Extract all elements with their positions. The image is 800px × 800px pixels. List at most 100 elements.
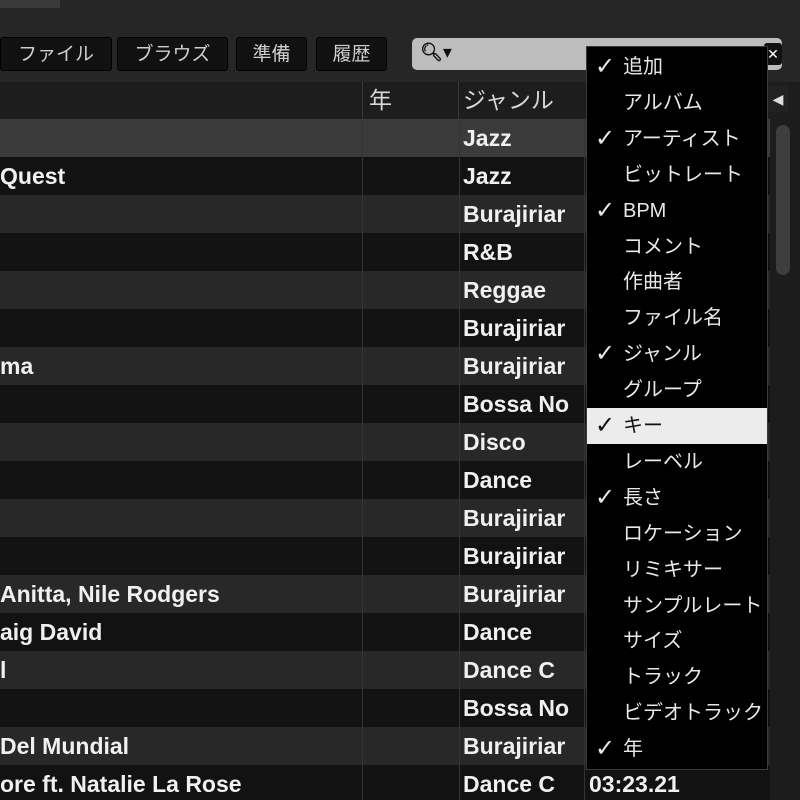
track-title: [0, 309, 362, 347]
menu-item[interactable]: 作曲者: [587, 264, 767, 300]
menu-item-label: ファイル名: [623, 307, 723, 330]
menu-item[interactable]: ✓ ジャンル: [587, 336, 767, 372]
browse-button[interactable]: ブラウズ: [117, 37, 228, 71]
menu-item[interactable]: コメント: [587, 229, 767, 265]
track-genre: Dance C: [463, 657, 556, 683]
table-row[interactable]: ore ft. Natalie La Rose Dance C 03:23.21: [0, 765, 770, 800]
track-year: [362, 423, 460, 461]
menu-item[interactable]: ビデオトラック: [587, 695, 767, 731]
track-genre: Burajiriar: [463, 505, 566, 531]
track-year: [362, 765, 460, 800]
menu-item-label: サンプルレート: [623, 594, 763, 617]
track-genre: Burajiriar: [463, 315, 566, 341]
track-genre: Dance C: [463, 771, 556, 797]
file-button[interactable]: ファイル: [0, 37, 112, 71]
track-title: [0, 119, 362, 157]
menu-item[interactable]: ✓ 年: [587, 731, 767, 767]
track-title: [0, 423, 362, 461]
menu-item-label: レーベル: [623, 450, 703, 473]
track-title: l: [0, 657, 7, 683]
track-year: [362, 689, 460, 727]
menu-item[interactable]: ✓ キー: [587, 408, 767, 444]
menu-item-label: サイズ: [623, 630, 683, 653]
track-genre: Burajiriar: [463, 353, 566, 379]
track-genre: Disco: [463, 429, 526, 455]
menu-item-label: コメント: [623, 235, 703, 258]
scrollbar-thumb[interactable]: [776, 125, 790, 275]
track-title: [0, 461, 362, 499]
column-year[interactable]: 年: [369, 82, 392, 119]
menu-item[interactable]: レーベル: [587, 444, 767, 480]
track-genre: Reggae: [463, 277, 547, 303]
track-genre: Burajiriar: [463, 201, 566, 227]
column-divider[interactable]: [362, 82, 363, 119]
checkmark-icon: ✓: [595, 412, 616, 439]
column-divider[interactable]: [458, 82, 459, 119]
track-year: [362, 461, 460, 499]
menu-item[interactable]: アルバム: [587, 85, 767, 121]
search-icon[interactable]: 🔍︎▾: [420, 42, 452, 63]
menu-item[interactable]: トラック: [587, 659, 767, 695]
menu-item-label: ジャンル: [623, 343, 702, 366]
menu-item[interactable]: ロケーション: [587, 516, 767, 552]
checkmark-icon: ✓: [595, 124, 616, 152]
track-genre: Burajiriar: [463, 733, 566, 759]
track-year: [362, 157, 460, 195]
menu-item[interactable]: グループ: [587, 372, 767, 408]
track-title: [0, 537, 362, 575]
menu-item-label: ビデオトラック: [623, 702, 763, 725]
history-button[interactable]: 履歴: [316, 37, 387, 71]
track-genre: Burajiriar: [463, 581, 566, 607]
menu-item[interactable]: ファイル名: [587, 300, 767, 336]
column-genre[interactable]: ジャンル: [463, 82, 554, 119]
track-title: [0, 689, 362, 727]
menu-item-label: キー: [623, 415, 663, 437]
track-year: [362, 651, 460, 689]
menu-item-label: リミキサー: [623, 558, 723, 581]
prepare-button[interactable]: 準備: [236, 37, 307, 71]
menu-item-label: BPM: [623, 199, 667, 222]
track-genre: Jazz: [463, 125, 512, 151]
menu-item[interactable]: ✓ 長さ: [587, 480, 767, 516]
track-genre: Dance: [463, 619, 533, 645]
checkmark-icon: ✓: [595, 483, 616, 511]
menu-item[interactable]: ✓ 追加: [587, 49, 767, 85]
menu-item[interactable]: ✓ アーティスト: [587, 121, 767, 157]
track-length: 03:23.21: [584, 765, 770, 800]
menu-item[interactable]: サンプルレート: [587, 588, 767, 624]
track-genre: Bossa No: [463, 391, 570, 417]
column-visibility-menu: ✓ 追加 アルバム ✓ アーティスト ビットレート ✓ BPM コメント 作曲者 ファイル名 ✓ ジャン…: [586, 46, 768, 770]
track-title: Del Mundial: [0, 733, 130, 759]
track-year: [362, 727, 460, 765]
track-title: ma: [0, 353, 34, 379]
track-genre: Jazz: [463, 163, 512, 189]
window-tab-strip: [0, 0, 60, 8]
track-title: [0, 385, 362, 423]
checkmark-icon: ✓: [595, 340, 616, 368]
menu-item-label: アルバム: [623, 91, 703, 114]
menu-item[interactable]: サイズ: [587, 623, 767, 659]
track-year: [362, 613, 460, 651]
menu-item[interactable]: リミキサー: [587, 552, 767, 588]
menu-item[interactable]: ✓ BPM: [587, 193, 767, 229]
track-year: [362, 271, 460, 309]
menu-item-label: トラック: [623, 666, 703, 689]
track-title: ore ft. Natalie La Rose: [0, 771, 242, 797]
track-year: [362, 233, 460, 271]
track-year: [362, 309, 460, 347]
track-year: [362, 347, 460, 385]
menu-item-label: 年: [623, 738, 643, 761]
checkmark-icon: ✓: [595, 735, 616, 763]
menu-item[interactable]: ビットレート: [587, 157, 767, 193]
menu-item-label: ロケーション: [623, 522, 743, 545]
checkmark-icon: ✓: [595, 53, 616, 80]
track-genre: Burajiriar: [463, 543, 566, 569]
track-genre: Bossa No: [463, 695, 570, 721]
track-title: Quest: [0, 163, 66, 189]
track-genre: Dance: [463, 467, 533, 493]
track-year: [362, 385, 460, 423]
track-year: [362, 499, 460, 537]
track-genre: R&B: [463, 239, 513, 265]
column-scroll-left-icon[interactable]: ◀: [768, 86, 788, 112]
track-title: [0, 271, 362, 309]
